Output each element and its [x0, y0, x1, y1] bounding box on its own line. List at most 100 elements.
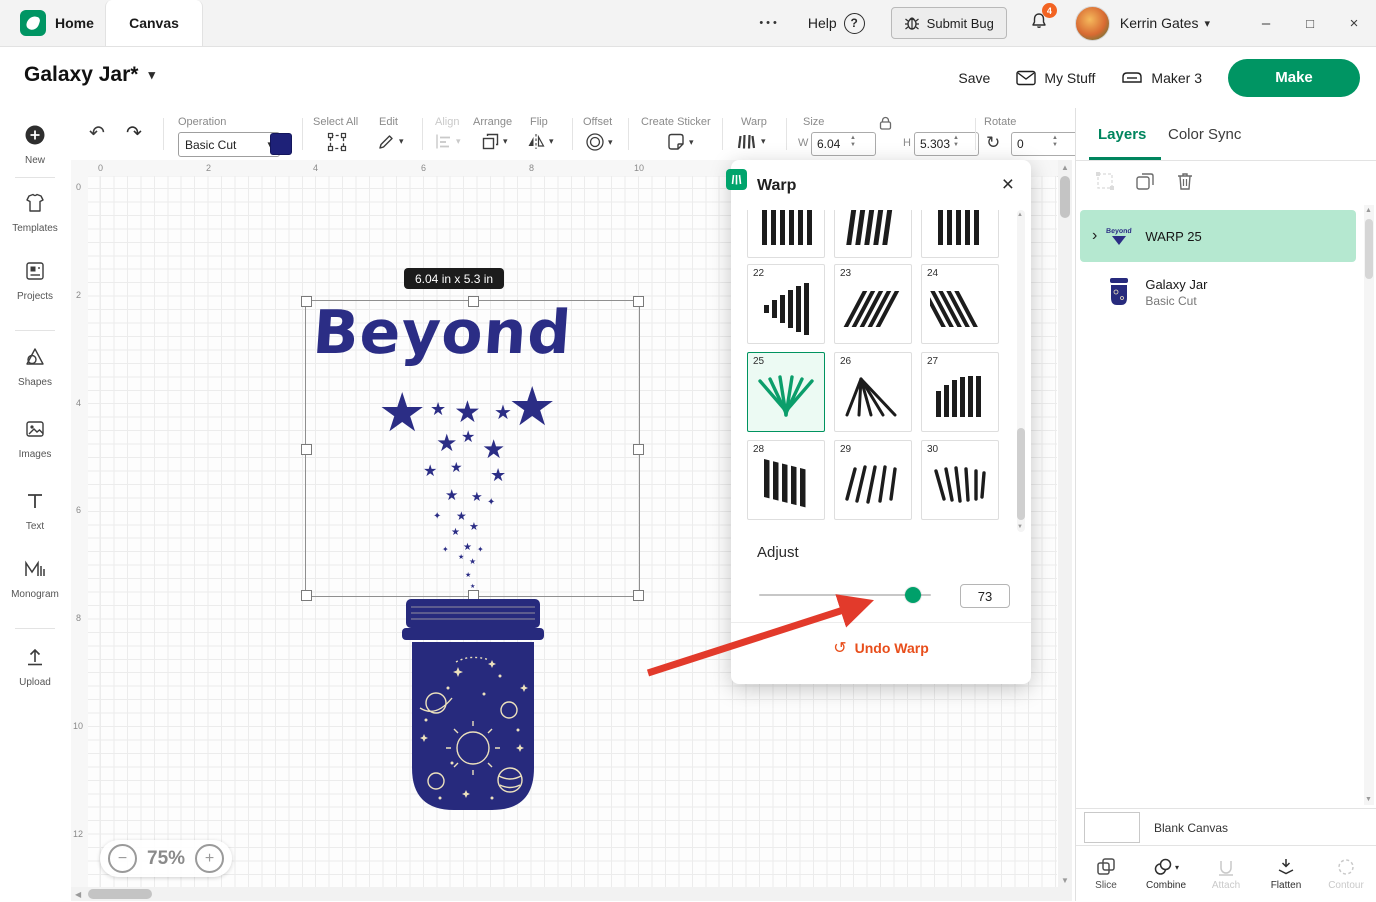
sidebar-item-templates[interactable]: Templates — [0, 192, 70, 234]
adjust-value-input[interactable] — [960, 584, 1010, 608]
zoom-out-button[interactable]: − — [108, 844, 137, 873]
save-button[interactable]: Save — [958, 70, 990, 86]
resize-handle[interactable] — [633, 444, 644, 455]
create-sticker-button[interactable]: ▾ — [666, 132, 694, 152]
resize-handle[interactable] — [301, 296, 312, 307]
blank-canvas-row[interactable]: Blank Canvas — [1076, 808, 1376, 846]
arrange-icon — [481, 132, 500, 151]
resize-handle[interactable] — [301, 444, 312, 455]
warp-style-21[interactable] — [921, 210, 999, 258]
tab-home[interactable]: Home — [8, 0, 106, 46]
window-close-button[interactable]: × — [1332, 0, 1376, 46]
project-title: Galaxy Jar* — [24, 63, 138, 87]
adjust-slider-handle[interactable] — [905, 587, 921, 603]
warp-style-26[interactable]: 26 — [834, 352, 912, 432]
delete-button[interactable] — [1174, 170, 1196, 197]
warp-button[interactable]: ▾ — [736, 132, 766, 151]
adjust-slider[interactable] — [759, 594, 931, 596]
warp-style-27[interactable]: 27 — [921, 352, 999, 432]
help-button[interactable]: Help ? — [808, 13, 865, 34]
scrollbar-thumb[interactable] — [88, 889, 152, 899]
canvas-horizontal-scrollbar[interactable]: ◀ — [71, 887, 1072, 901]
undo-button[interactable]: ↶ — [89, 122, 105, 145]
chevron-down-icon[interactable]: ▾ — [1204, 17, 1210, 30]
scroll-up-icon[interactable]: ▲ — [1365, 207, 1372, 214]
scrollbar-thumb[interactable] — [1060, 176, 1070, 218]
select-all-button[interactable] — [327, 132, 347, 152]
tab-color-sync[interactable]: Color Sync — [1168, 126, 1241, 143]
galaxy-jar-design[interactable] — [396, 598, 550, 813]
layer-color-swatch[interactable] — [270, 133, 292, 155]
machine-select-button[interactable]: Maker 3 — [1121, 70, 1202, 86]
scrollbar-thumb[interactable] — [1017, 428, 1025, 520]
operation-select[interactable]: Basic Cut ▾ — [178, 132, 280, 157]
warp-style-20[interactable] — [834, 210, 912, 258]
warp-style-28[interactable]: 28 — [747, 440, 825, 520]
overflow-menu-icon[interactable]: ••• — [759, 17, 780, 29]
beyond-design-text[interactable]: Beyond — [311, 298, 636, 368]
rotate-icon[interactable]: ↻ — [986, 133, 1000, 153]
warp-style-29[interactable]: 29 — [834, 440, 912, 520]
sidebar-item-monogram[interactable]: Monogram — [0, 558, 70, 600]
canvas-vertical-scrollbar[interactable]: ▲ ▼ — [1058, 160, 1072, 888]
height-input[interactable] — [914, 132, 979, 156]
close-icon[interactable]: × — [1002, 173, 1014, 197]
sidebar-item-text[interactable]: Text — [0, 490, 70, 532]
sidebar-item-images[interactable]: Images — [0, 418, 70, 460]
tab-canvas[interactable]: Canvas — [105, 0, 203, 46]
sidebar-item-new[interactable]: New — [0, 124, 70, 166]
scroll-down-icon[interactable]: ▼ — [1365, 796, 1372, 803]
project-title-menu[interactable]: Galaxy Jar* ▾ — [24, 63, 155, 87]
lock-icon[interactable] — [879, 116, 892, 130]
sidebar-item-shapes[interactable]: Shapes — [0, 346, 70, 388]
window-maximize-button[interactable]: □ — [1288, 0, 1332, 46]
notifications-button[interactable]: 4 — [1029, 10, 1049, 36]
offset-button[interactable]: ▾ — [585, 132, 613, 152]
avatar[interactable] — [1075, 6, 1110, 41]
arrange-button[interactable]: ▾ — [481, 132, 508, 151]
canvas-color-swatch[interactable] — [1084, 812, 1140, 843]
chevron-right-icon[interactable]: › — [1092, 227, 1097, 245]
submit-bug-button[interactable]: Submit Bug — [891, 7, 1007, 39]
layers-scrollbar[interactable]: ▲ ▼ — [1364, 205, 1374, 805]
layer-row-galaxy-jar[interactable]: › Galaxy Jar Basic Cut — [1080, 266, 1356, 318]
redo-button[interactable]: ↷ — [126, 122, 142, 145]
duplicate-button[interactable] — [1134, 170, 1156, 197]
warp-style-30[interactable]: 30 — [921, 440, 999, 520]
warp-style-19[interactable] — [747, 210, 825, 258]
sidebar-item-upload[interactable]: Upload — [0, 646, 70, 688]
scroll-down-icon[interactable]: ▼ — [1061, 876, 1069, 885]
scroll-up-icon[interactable]: ▲ — [1017, 212, 1023, 218]
user-name[interactable]: Kerrin Gates — [1120, 15, 1199, 31]
warp-style-22[interactable]: 22 — [747, 264, 825, 344]
zoom-in-button[interactable]: + — [195, 844, 224, 873]
rotate-input[interactable] — [1011, 132, 1078, 156]
scrollbar-thumb[interactable] — [1365, 219, 1373, 279]
combine-button[interactable]: ▾ Combine — [1136, 846, 1196, 902]
scroll-up-icon[interactable]: ▲ — [1061, 163, 1069, 172]
edit-menu-button[interactable]: ▾ — [377, 132, 404, 151]
warp-style-24[interactable]: 24 — [921, 264, 999, 344]
sidebar-item-projects[interactable]: Projects — [0, 260, 70, 302]
rotate-stepper[interactable]: ▲▼ — [1052, 135, 1058, 148]
make-button[interactable]: Make — [1228, 59, 1360, 97]
warp-style-23[interactable]: 23 — [834, 264, 912, 344]
flatten-button[interactable]: Flatten — [1256, 846, 1316, 902]
window-minimize-button[interactable]: – — [1244, 0, 1288, 46]
height-stepper[interactable]: ▲▼ — [953, 135, 959, 148]
warp-grid-scrollbar[interactable]: ▲ ▼ — [1017, 210, 1025, 532]
tab-layers[interactable]: Layers — [1098, 126, 1146, 143]
my-stuff-button[interactable]: My Stuff — [1016, 70, 1095, 86]
flip-button[interactable]: ▾ — [526, 132, 554, 151]
arrange-label: Arrange — [473, 116, 512, 128]
resize-handle[interactable] — [633, 590, 644, 601]
slice-button[interactable]: Slice — [1076, 846, 1136, 902]
width-stepper[interactable]: ▲▼ — [850, 135, 856, 148]
width-input[interactable] — [811, 132, 876, 156]
layer-row-warp-25[interactable]: › Beyond WARP 25 — [1080, 210, 1356, 262]
scroll-left-icon[interactable]: ◀ — [75, 890, 81, 899]
undo-warp-button[interactable]: ↺ Undo Warp — [731, 638, 1031, 658]
warp-style-25-selected[interactable]: 25 — [747, 352, 825, 432]
scroll-down-icon[interactable]: ▼ — [1017, 524, 1023, 530]
resize-handle[interactable] — [301, 590, 312, 601]
